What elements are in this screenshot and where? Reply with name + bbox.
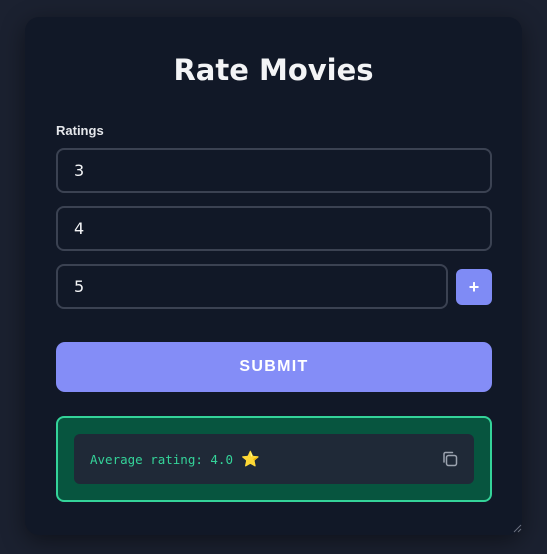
star-icon: ⭐ — [241, 451, 260, 468]
result-box: Average rating: 4.0 ⭐ — [56, 416, 492, 502]
average-rating-text: Average rating: 4.0 — [90, 451, 233, 467]
copy-icon[interactable] — [440, 449, 460, 469]
rating-input-2-value: 4 — [74, 219, 85, 238]
page-title: Rate Movies — [173, 53, 374, 87]
result-panel: Average rating: 4.0 ⭐ — [74, 434, 474, 484]
submit-button[interactable]: SUBMIT — [56, 342, 492, 392]
rating-input-1-value: 3 — [74, 161, 85, 180]
ratings-label: Ratings — [56, 123, 104, 138]
rating-card: Rate Movies Ratings 3 4 5 + SUBMIT Avera… — [25, 17, 522, 535]
rating-input-2[interactable]: 4 — [56, 206, 492, 251]
rating-input-3[interactable]: 5 — [56, 264, 448, 309]
rating-input-3-value: 5 — [74, 277, 85, 296]
add-rating-button[interactable]: + — [456, 269, 492, 305]
resize-handle-icon[interactable] — [512, 523, 522, 533]
rating-input-1[interactable]: 3 — [56, 148, 492, 193]
